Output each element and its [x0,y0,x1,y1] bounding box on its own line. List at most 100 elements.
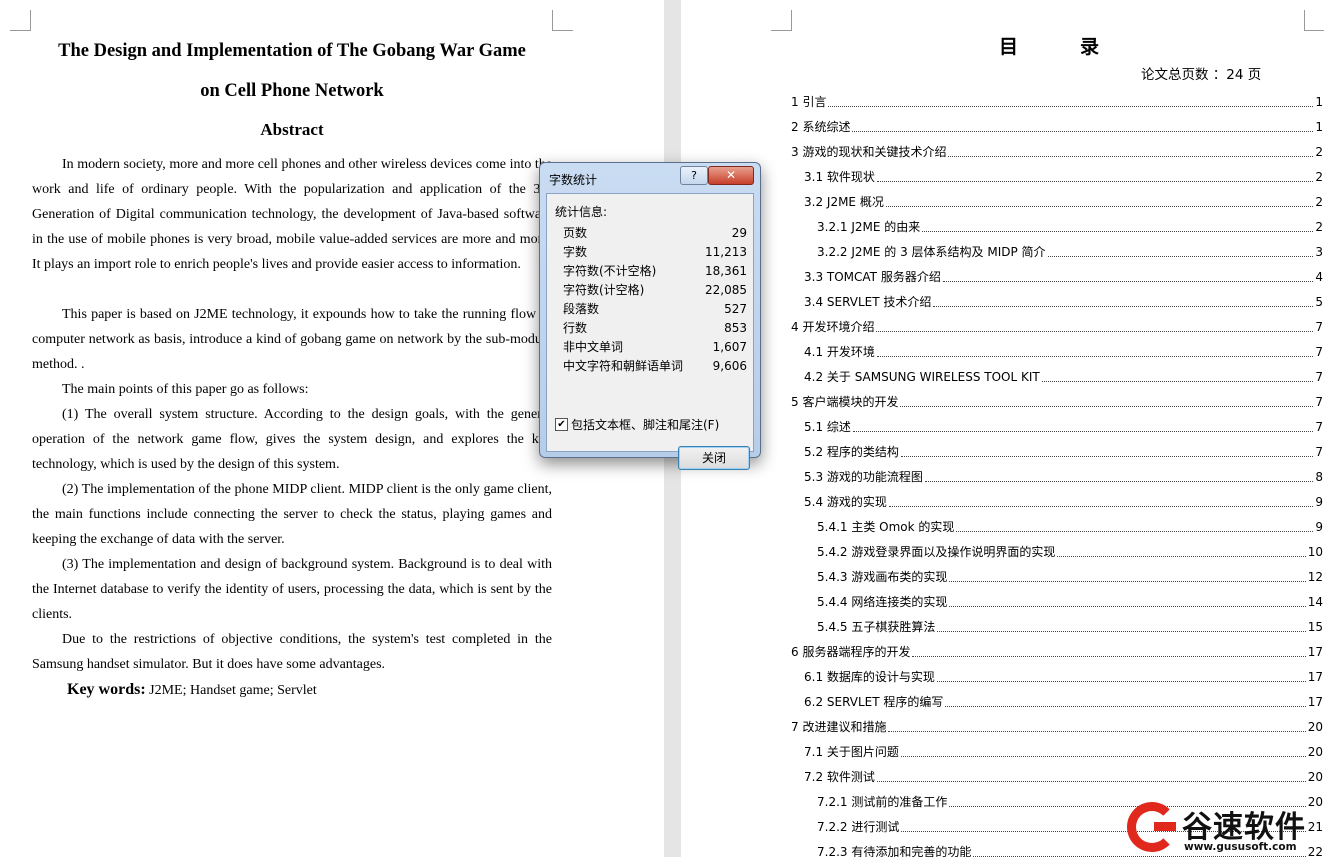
toc-entry-title: 7.2 软件测试 [804,768,877,785]
close-icon[interactable]: ✕ [708,166,754,185]
stat-row: 字符数(计空格) 22,085 [563,281,747,300]
toc-entry[interactable]: 5.1 综述 7 [791,414,1323,439]
toc-entry[interactable]: 3.3 TOMCAT 服务器介绍 4 [791,264,1323,289]
toc-entry[interactable]: 3.4 SERVLET 技术介绍 5 [791,289,1323,314]
right-document-page[interactable]: 目录 论文总页数 ：24 页 1 引言 1 2 系统综述 1 3 游戏的现状和关键技术介… [681,0,1324,857]
stat-label: 页数 [563,226,588,240]
toc-entry-title: 7.2.3 有待添加和完善的功能 [817,843,974,857]
toc-entry-title: 1 引言 [791,93,829,110]
toc-entry[interactable]: 5.4.3 游戏画布类的实现 12 [791,564,1323,589]
toc-entry-page: 2 [1313,219,1323,234]
toc-entry-page: 20 [1305,744,1323,759]
toc-entry-title: 5.4.1 主类 Omok 的实现 [817,518,957,535]
toc-entry[interactable]: 6 服务器端程序的开发 17 [791,639,1323,664]
toc-entry[interactable]: 5.4.5 五子棋获胜算法 15 [791,614,1323,639]
toc-entry-title: 4.2 关于 SAMSUNG WIRELESS TOOL KIT [804,368,1042,385]
toc-entry-page: 15 [1305,619,1323,634]
abstract-paragraph-6: (3) The implementation and design of bac… [32,557,552,622]
toc-entry-page: 9 [1313,519,1323,534]
toc-entry-page: 17 [1305,644,1323,659]
toc-entry[interactable]: 5.4 游戏的实现 9 [791,489,1323,514]
toc-entry-page: 20 [1305,719,1323,734]
stat-value: 853 [724,321,747,335]
paper-title-line2: on Cell Phone Network [200,81,384,101]
toc-leader-dots [900,455,1314,457]
stat-label: 字符数(不计空格) [563,264,657,278]
include-textboxes-option[interactable]: ✔ 包括文本框、脚注和尾注(F) [555,416,719,433]
toc-entry[interactable]: 5.4.1 主类 Omok 的实现 9 [791,514,1323,539]
toc-leader-dots [900,755,1306,757]
stats-heading: 统计信息: [555,205,608,219]
toc-entry-page: 2 [1313,194,1323,209]
toc-entry[interactable]: 5.3 游戏的功能流程图 8 [791,464,1323,489]
toc-entry[interactable]: 1 引言 1 [791,89,1323,114]
toc-entry-title: 6.2 SERVLET 程序的编写 [804,693,946,710]
toc-entry[interactable]: 7.2 软件测试 20 [791,764,1323,789]
crop-mark [1304,10,1324,31]
toc-leader-dots [852,130,1314,132]
toc-leader-dots [876,180,1314,182]
toc-leader-dots [885,205,1314,207]
toc-leader-dots [949,580,1306,582]
toc-entry-title: 5.4 游戏的实现 [804,493,889,510]
toc-entry[interactable]: 5.4.2 游戏登录界面以及操作说明界面的实现 10 [791,539,1323,564]
toc-leader-dots [1041,380,1314,382]
toc-entry[interactable]: 4.1 开发环境 7 [791,339,1323,364]
toc-leader-dots [900,405,1314,407]
toc-leader-dots [828,105,1314,107]
stat-label: 字符数(计空格) [563,283,645,297]
stat-label: 行数 [563,321,588,335]
abstract-heading: Abstract [260,120,324,139]
help-button[interactable]: ? [680,166,708,185]
toc-entry[interactable]: 6.2 SERVLET 程序的编写 17 [791,689,1323,714]
toc-entry-page: 7 [1313,444,1323,459]
stat-value: 9,606 [712,359,747,373]
toc-entry-title: 5.4.4 网络连接类的实现 [817,593,950,610]
toc-entry[interactable]: 5 客户端模块的开发 7 [791,389,1323,414]
toc-entry[interactable]: 4.2 关于 SAMSUNG WIRELESS TOOL KIT 7 [791,364,1323,389]
dialog-title: 字数统计 [549,173,598,187]
toc-entry[interactable]: 7 改进建议和措施 20 [791,714,1323,739]
stat-row: 段落数 527 [563,300,747,319]
toc-entry[interactable]: 2 系统综述 1 [791,114,1323,139]
toc-entry-title: 5.4.5 五子棋获胜算法 [817,618,938,635]
toc-entry-title: 5 客户端模块的开发 [791,393,901,410]
toc-entry-page: 7 [1313,369,1323,384]
toc-entry-page: 2 [1313,169,1323,184]
checkbox[interactable]: ✔ [555,418,568,431]
toc-entry[interactable]: 4 开发环境介绍 7 [791,314,1323,339]
stat-label: 非中文单词 [563,340,624,354]
toc-entry-title: 3.1 软件现状 [804,168,877,185]
toc-entry[interactable]: 3.2.1 J2ME 的由来 2 [791,214,1323,239]
toc-entry[interactable]: 6.1 数据库的设计与实现 17 [791,664,1323,689]
toc-entry[interactable]: 5.4.4 网络连接类的实现 14 [791,589,1323,614]
toc-entry[interactable]: 3.1 软件现状 2 [791,164,1323,189]
close-button[interactable]: 关闭 [678,446,750,470]
toc-leader-dots [912,655,1306,657]
toc-leader-dots [949,605,1306,607]
toc-entry[interactable]: 3.2 J2ME 概况 2 [791,189,1323,214]
toc-entry-page: 3 [1313,244,1323,259]
toc-entry[interactable]: 3.2.2 J2ME 的 3 层体系结构及 MIDP 简介 3 [791,239,1323,264]
stat-row: 非中文单词 1,607 [563,338,747,357]
toc-entry-title: 3.2.1 J2ME 的由来 [817,218,923,235]
toc-leader-dots [937,630,1306,632]
logo-g-bar [1154,822,1176,831]
toc-entry-page: 1 [1313,119,1323,134]
table-of-contents: 1 引言 1 2 系统综述 1 3 游戏的现状和关键技术介绍 2 3.1 软件现状 2 3.2 … [791,89,1323,857]
toc-entry-title: 6 服务器端程序的开发 [791,643,913,660]
total-pages-label: 论文总页数 ：24 页 [1141,67,1262,83]
stat-row: 中文字符和朝鲜语单词 9,606 [563,357,747,376]
toc-entry-page: 4 [1313,269,1323,284]
toc-leader-dots [945,705,1306,707]
stat-value: 1,607 [712,340,747,354]
stat-value: 11,213 [705,245,747,259]
abstract-paragraph-7: Due to the restrictions of objective con… [32,632,552,672]
toc-entry-title: 5.1 综述 [804,418,853,435]
toc-entry[interactable]: 3 游戏的现状和关键技术介绍 2 [791,139,1323,164]
toc-entry-page: 7 [1313,344,1323,359]
toc-entry[interactable]: 7.1 关于图片问题 20 [791,739,1323,764]
word-count-dialog[interactable]: 字数统计 ? ✕ 统计信息: 页数 29 字数 11,213 字符数(不计空格) 18,3… [539,162,761,470]
toc-entry-page: 10 [1305,544,1323,559]
toc-entry[interactable]: 5.2 程序的类结构 7 [791,439,1323,464]
